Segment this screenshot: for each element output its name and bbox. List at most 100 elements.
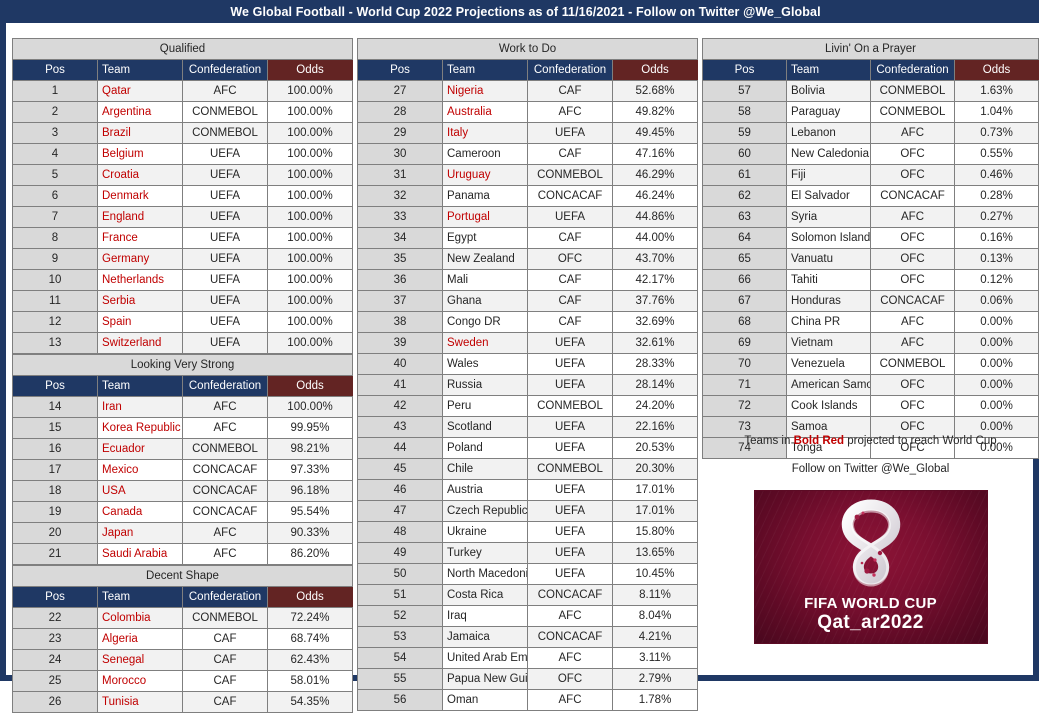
- table-row[interactable]: 1 Qatar AFC 100.00%: [12, 80, 353, 102]
- header-pos[interactable]: Pos: [357, 59, 443, 81]
- table-row[interactable]: 26 Tunisia CAF 54.35%: [12, 691, 353, 713]
- table-row[interactable]: 70 Venezuela CONMEBOL 0.00%: [702, 353, 1039, 375]
- table-row[interactable]: 19 Canada CONCACAF 95.54%: [12, 501, 353, 523]
- cell-odds: 20.30%: [612, 458, 698, 480]
- cell-confederation: CONCACAF: [182, 480, 268, 502]
- table-row[interactable]: 49 Turkey UEFA 13.65%: [357, 542, 698, 564]
- table-row[interactable]: 63 Syria AFC 0.27%: [702, 206, 1039, 228]
- table-row[interactable]: 62 El Salvador CONCACAF 0.28%: [702, 185, 1039, 207]
- header-team[interactable]: Team: [786, 59, 871, 81]
- header-confederation[interactable]: Confederation: [182, 586, 268, 608]
- table-row[interactable]: 68 China PR AFC 0.00%: [702, 311, 1039, 333]
- header-team[interactable]: Team: [97, 586, 183, 608]
- table-row[interactable]: 42 Peru CONMEBOL 24.20%: [357, 395, 698, 417]
- table-row[interactable]: 23 Algeria CAF 68.74%: [12, 628, 353, 650]
- table-row[interactable]: 60 New Caledonia OFC 0.55%: [702, 143, 1039, 165]
- table-row[interactable]: 22 Colombia CONMEBOL 72.24%: [12, 607, 353, 629]
- table-row[interactable]: 34 Egypt CAF 44.00%: [357, 227, 698, 249]
- table-row[interactable]: 32 Panama CONCACAF 46.24%: [357, 185, 698, 207]
- table-row[interactable]: 31 Uruguay CONMEBOL 46.29%: [357, 164, 698, 186]
- table-row[interactable]: 16 Ecuador CONMEBOL 98.21%: [12, 438, 353, 460]
- header-confederation[interactable]: Confederation: [527, 59, 613, 81]
- table-row[interactable]: 65 Vanuatu OFC 0.13%: [702, 248, 1039, 270]
- table-row[interactable]: 12 Spain UEFA 100.00%: [12, 311, 353, 333]
- table-row[interactable]: 40 Wales UEFA 28.33%: [357, 353, 698, 375]
- table-row[interactable]: 51 Costa Rica CONCACAF 8.11%: [357, 584, 698, 606]
- cell-odds: 90.33%: [267, 522, 353, 544]
- table-row[interactable]: 69 Vietnam AFC 0.00%: [702, 332, 1039, 354]
- table-row[interactable]: 35 New Zealand OFC 43.70%: [357, 248, 698, 270]
- table-row[interactable]: 41 Russia UEFA 28.14%: [357, 374, 698, 396]
- table-row[interactable]: 53 Jamaica CONCACAF 4.21%: [357, 626, 698, 648]
- table-row[interactable]: 50 North Macedonia UEFA 10.45%: [357, 563, 698, 585]
- table-row[interactable]: 71 American Samoa OFC 0.00%: [702, 374, 1039, 396]
- table-row[interactable]: 3 Brazil CONMEBOL 100.00%: [12, 122, 353, 144]
- table-row[interactable]: 46 Austria UEFA 17.01%: [357, 479, 698, 501]
- table-row[interactable]: 6 Denmark UEFA 100.00%: [12, 185, 353, 207]
- header-confederation[interactable]: Confederation: [870, 59, 955, 81]
- table-row[interactable]: 67 Honduras CONCACAF 0.06%: [702, 290, 1039, 312]
- table-row[interactable]: 18 USA CONCACAF 96.18%: [12, 480, 353, 502]
- table-row[interactable]: 7 England UEFA 100.00%: [12, 206, 353, 228]
- table-row[interactable]: 11 Serbia UEFA 100.00%: [12, 290, 353, 312]
- table-row[interactable]: 45 Chile CONMEBOL 20.30%: [357, 458, 698, 480]
- table-row[interactable]: 72 Cook Islands OFC 0.00%: [702, 395, 1039, 417]
- cell-team: Ecuador: [97, 438, 183, 460]
- header-pos[interactable]: Pos: [12, 586, 98, 608]
- header-odds[interactable]: Odds: [612, 59, 698, 81]
- table-row[interactable]: 30 Cameroon CAF 47.16%: [357, 143, 698, 165]
- table-row[interactable]: 59 Lebanon AFC 0.73%: [702, 122, 1039, 144]
- header-odds[interactable]: Odds: [267, 375, 353, 397]
- table-row[interactable]: 39 Sweden UEFA 32.61%: [357, 332, 698, 354]
- header-team[interactable]: Team: [97, 59, 183, 81]
- header-pos[interactable]: Pos: [702, 59, 787, 81]
- table-row[interactable]: 28 Australia AFC 49.82%: [357, 101, 698, 123]
- table-row[interactable]: 13 Switzerland UEFA 100.00%: [12, 332, 353, 354]
- table-row[interactable]: 2 Argentina CONMEBOL 100.00%: [12, 101, 353, 123]
- table-row[interactable]: 56 Oman AFC 1.78%: [357, 689, 698, 711]
- table-row[interactable]: 57 Bolivia CONMEBOL 1.63%: [702, 80, 1039, 102]
- table-row[interactable]: 43 Scotland UEFA 22.16%: [357, 416, 698, 438]
- cell-pos: 37: [357, 290, 443, 312]
- table-row[interactable]: 17 Mexico CONCACAF 97.33%: [12, 459, 353, 481]
- table-row[interactable]: 52 Iraq AFC 8.04%: [357, 605, 698, 627]
- table-row[interactable]: 33 Portugal UEFA 44.86%: [357, 206, 698, 228]
- table-row[interactable]: 61 Fiji OFC 0.46%: [702, 164, 1039, 186]
- header-odds[interactable]: Odds: [267, 586, 353, 608]
- cell-team: Costa Rica: [442, 584, 528, 606]
- table-row[interactable]: 25 Morocco CAF 58.01%: [12, 670, 353, 692]
- table-row[interactable]: 20 Japan AFC 90.33%: [12, 522, 353, 544]
- header-confederation[interactable]: Confederation: [182, 375, 268, 397]
- table-row[interactable]: 47 Czech Republic UEFA 17.01%: [357, 500, 698, 522]
- table-row[interactable]: 37 Ghana CAF 37.76%: [357, 290, 698, 312]
- table-row[interactable]: 38 Congo DR CAF 32.69%: [357, 311, 698, 333]
- header-confederation[interactable]: Confederation: [182, 59, 268, 81]
- table-row[interactable]: 58 Paraguay CONMEBOL 1.04%: [702, 101, 1039, 123]
- table-row[interactable]: 14 Iran AFC 100.00%: [12, 396, 353, 418]
- table-row[interactable]: 8 France UEFA 100.00%: [12, 227, 353, 249]
- header-pos[interactable]: Pos: [12, 375, 98, 397]
- header-team[interactable]: Team: [442, 59, 528, 81]
- header-odds[interactable]: Odds: [954, 59, 1039, 81]
- table-row[interactable]: 36 Mali CAF 42.17%: [357, 269, 698, 291]
- header-odds[interactable]: Odds: [267, 59, 353, 81]
- header-pos[interactable]: Pos: [12, 59, 98, 81]
- table-row[interactable]: 66 Tahiti OFC 0.12%: [702, 269, 1039, 291]
- table-row[interactable]: 27 Nigeria CAF 52.68%: [357, 80, 698, 102]
- table-row[interactable]: 29 Italy UEFA 49.45%: [357, 122, 698, 144]
- table-row[interactable]: 5 Croatia UEFA 100.00%: [12, 164, 353, 186]
- table-row[interactable]: 64 Solomon Islands OFC 0.16%: [702, 227, 1039, 249]
- table-row[interactable]: 15 Korea Republic AFC 99.95%: [12, 417, 353, 439]
- cell-odds: 100.00%: [267, 311, 353, 333]
- table-row[interactable]: 9 Germany UEFA 100.00%: [12, 248, 353, 270]
- table-row[interactable]: 55Papua New GuineaOFC2.79%: [357, 668, 698, 690]
- table-row[interactable]: 44 Poland UEFA 20.53%: [357, 437, 698, 459]
- cell-odds: 68.74%: [267, 628, 353, 650]
- table-row[interactable]: 10 Netherlands UEFA 100.00%: [12, 269, 353, 291]
- table-row[interactable]: 24 Senegal CAF 62.43%: [12, 649, 353, 671]
- table-row[interactable]: 48 Ukraine UEFA 15.80%: [357, 521, 698, 543]
- table-row[interactable]: 4 Belgium UEFA 100.00%: [12, 143, 353, 165]
- header-team[interactable]: Team: [97, 375, 183, 397]
- table-row[interactable]: 54United Arab EmiratesAFC3.11%: [357, 647, 698, 669]
- table-row[interactable]: 21 Saudi Arabia AFC 86.20%: [12, 543, 353, 565]
